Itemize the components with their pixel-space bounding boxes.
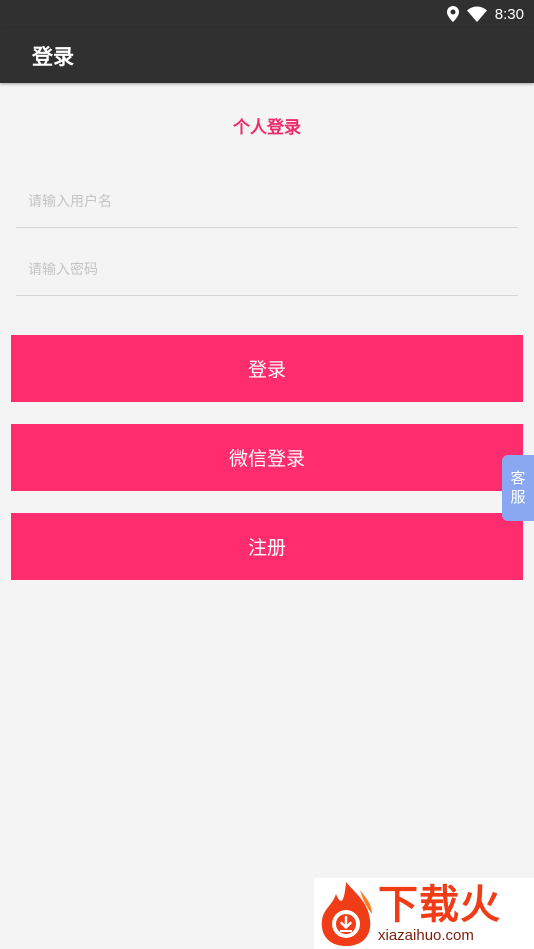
register-button[interactable]: 注册 [11, 513, 523, 580]
watermark-domain: xiazaihuo.com [378, 927, 474, 944]
watermark: 下载火 xiazaihuo.com [314, 878, 534, 949]
service-tab-line1: 客 [510, 469, 526, 487]
customer-service-tab[interactable]: 客 服 [502, 455, 534, 521]
flame-logo-icon [321, 881, 372, 946]
username-field[interactable] [16, 176, 518, 228]
login-button[interactable]: 登录 [11, 335, 523, 402]
wechat-login-button[interactable]: 微信登录 [11, 424, 523, 491]
location-icon [446, 6, 459, 22]
password-input[interactable] [28, 261, 518, 278]
status-time: 8:30 [494, 5, 524, 23]
password-field[interactable] [16, 244, 518, 296]
username-input[interactable] [28, 193, 518, 210]
app-bar: 登录 [0, 28, 534, 83]
wifi-icon [466, 6, 487, 22]
section-title: 个人登录 [233, 118, 301, 138]
page-title: 登录 [32, 44, 74, 69]
service-tab-line2: 服 [510, 488, 526, 506]
status-bar: 8:30 [0, 0, 534, 28]
watermark-brand: 下载火 [378, 882, 501, 928]
